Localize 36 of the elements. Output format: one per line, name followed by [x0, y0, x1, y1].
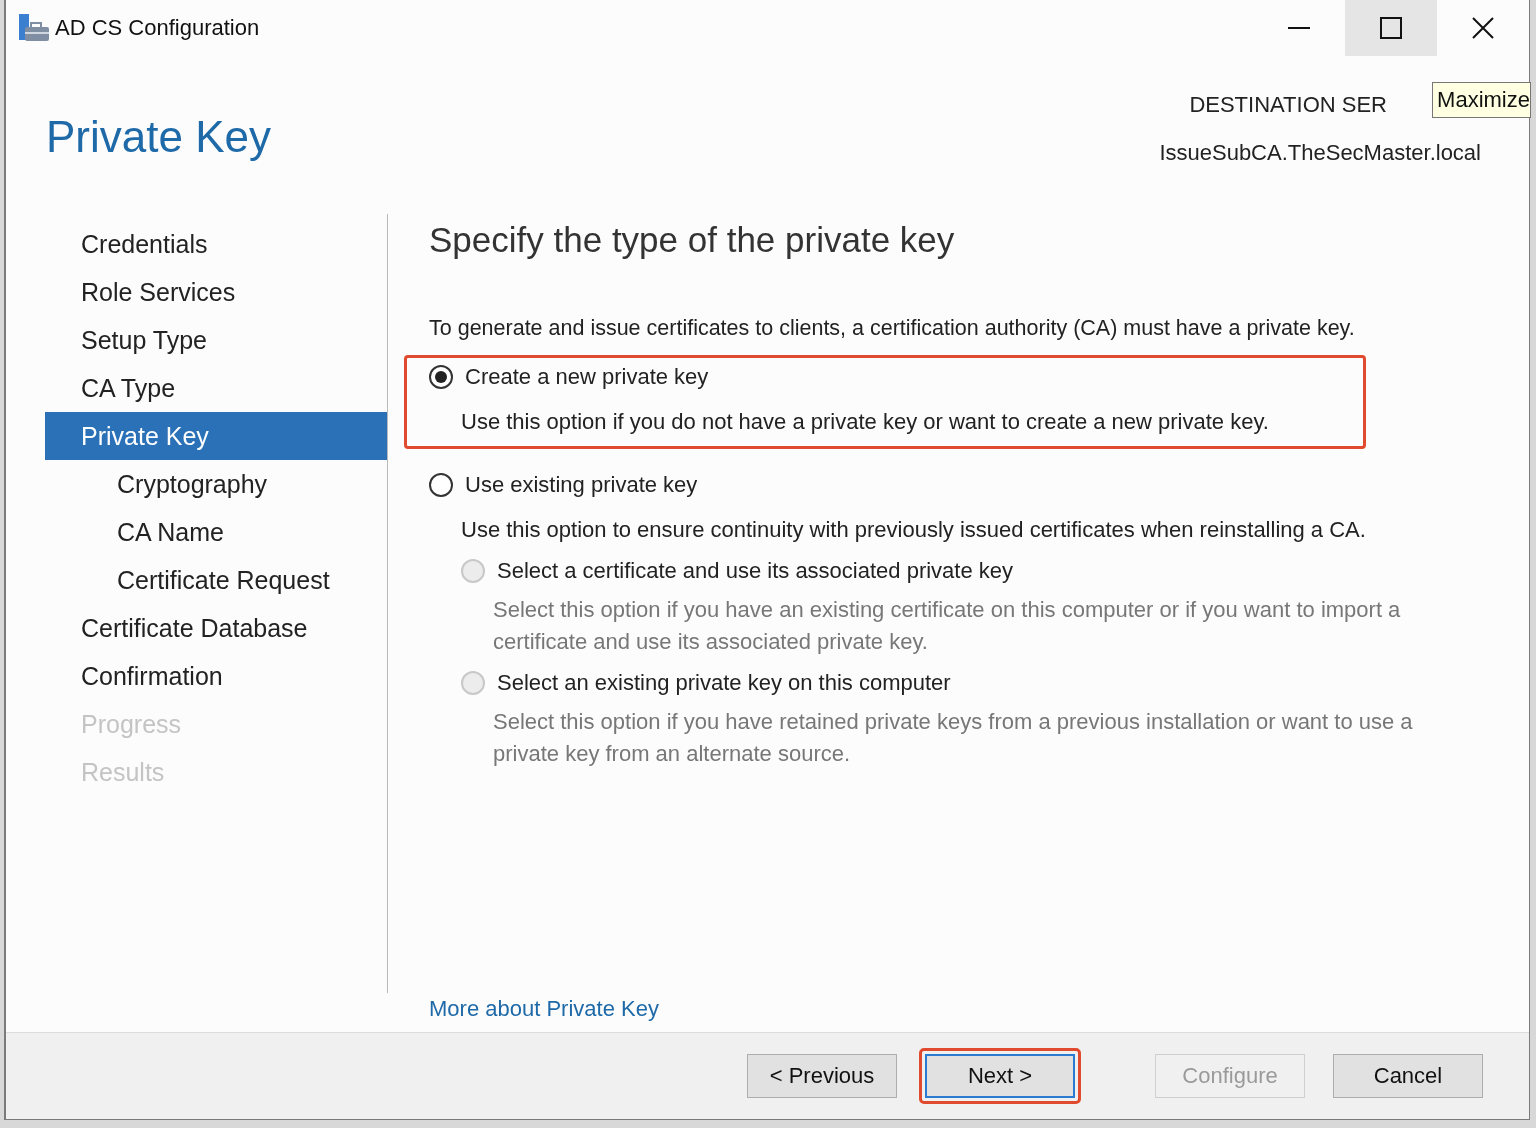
app-icon	[19, 14, 49, 42]
help-link[interactable]: More about Private Key	[429, 996, 659, 1022]
option-description: Select this option if you have retained private keys from a previous installation or want to use a private key from an alternate source.	[493, 708, 1414, 768]
section-heading: Specify the type of the private key	[429, 220, 956, 260]
intro-text: To generate and issue certificates to clients, a certification authority (CA) must have a private key.	[429, 316, 1356, 341]
maximize-button[interactable]	[1345, 0, 1437, 56]
sidebar-item[interactable]: Private Key	[45, 412, 387, 460]
radio-button[interactable]	[429, 365, 453, 389]
wizard-button[interactable]: < Previous	[747, 1054, 897, 1098]
sidebar-item[interactable]: Credentials	[45, 220, 387, 268]
option-label: Create a new private key	[465, 364, 709, 390]
sidebar-item[interactable]: Confirmation	[45, 652, 387, 700]
wizard-button[interactable]: Cancel	[1333, 1054, 1483, 1098]
sidebar-item[interactable]: Certificate Request	[45, 556, 387, 604]
option-description: Select this option if you have an existing certificate on this computer or if you want to import a certificate and use its associated private key.	[493, 596, 1402, 656]
destination-label: DESTINATION SER	[1188, 92, 1387, 118]
page-title: Private Key	[46, 112, 271, 163]
sidebar-item[interactable]: CA Type	[45, 364, 387, 412]
option-label: Select an existing private key on this computer	[497, 670, 951, 696]
window-title: AD CS Configuration	[55, 15, 260, 41]
wizard-button[interactable]: Next >	[925, 1054, 1075, 1098]
close-icon	[1472, 17, 1494, 39]
sidebar-item[interactable]: Role Services	[45, 268, 387, 316]
radio-button[interactable]	[429, 473, 453, 497]
sidebar-item[interactable]: Certificate Database	[45, 604, 387, 652]
destination-server: IssueSubCA.TheSecMaster.local	[1159, 140, 1481, 166]
sidebar-item[interactable]: Cryptography	[45, 460, 387, 508]
option-description: Use this option if you do not have a private key or want to create a new private key.	[461, 408, 1270, 436]
maximize-icon	[1380, 17, 1402, 39]
option-description: Use this option to ensure continuity with previously issued certificates when reinstalling a CA.	[461, 516, 1367, 544]
tooltip: Maximize	[1432, 82, 1531, 118]
option-label: Use existing private key	[465, 472, 698, 498]
option-label: Select a certificate and use its associated private key	[497, 558, 1014, 584]
sidebar-item[interactable]: CA Name	[45, 508, 387, 556]
sidebar-item[interactable]: Setup Type	[45, 316, 387, 364]
minimize-icon	[1288, 27, 1310, 29]
